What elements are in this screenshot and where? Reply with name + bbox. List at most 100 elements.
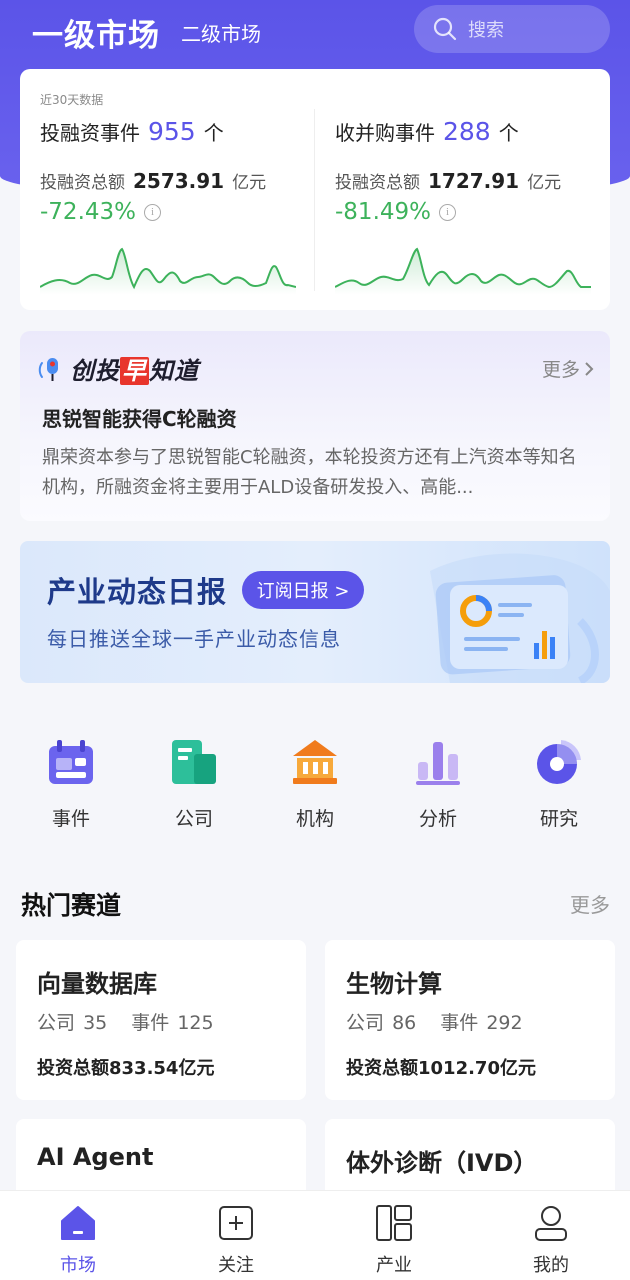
info-icon[interactable]: i [439, 203, 456, 221]
dashboard-illustration [430, 553, 610, 683]
nav-follow[interactable]: 关注 [191, 1203, 281, 1277]
event-label: 事件 [131, 1012, 170, 1034]
tab-primary-market[interactable]: 一级市场 [32, 10, 160, 55]
divider [314, 109, 315, 291]
search-icon [433, 17, 457, 41]
amount-label: 投融资总额 [40, 173, 125, 193]
mna-stats[interactable]: 收并购事件 288 个 投融资总额 1727.91 亿元 -81.49% i [335, 117, 605, 307]
change-value: -81.49% [335, 199, 431, 225]
brand-highlight: 早 [120, 357, 149, 385]
brand-part: 创投 [70, 357, 120, 385]
track-name: AI Agent [37, 1143, 154, 1171]
quick-link-label: 事件 [51, 808, 90, 830]
stat-change: -81.49% i [335, 199, 605, 225]
pie-chart-icon [537, 740, 581, 784]
nav-label: 市场 [60, 1255, 96, 1276]
company-label: 公司 [37, 1012, 76, 1034]
nav-market[interactable]: 市场 [33, 1203, 123, 1277]
banner-subtitle: 每日推送全球一手产业动态信息 [47, 627, 341, 651]
quick-link-events[interactable]: 事件 [21, 730, 121, 831]
tab-secondary-market[interactable]: 二级市场 [181, 18, 261, 47]
amount-value: 2573.91 [133, 169, 225, 193]
company-label: 公司 [346, 1012, 385, 1034]
subscribe-button[interactable]: 订阅日报 > [242, 571, 364, 609]
track-meta: 公司 35 事件 125 [37, 1008, 214, 1035]
bar-chart-icon [416, 742, 460, 785]
nav-profile[interactable]: 我的 [506, 1203, 596, 1277]
news-more-link[interactable]: 更多 [542, 355, 594, 382]
stat-unit: 个 [203, 121, 224, 145]
quick-link-label: 机构 [295, 808, 334, 830]
quick-links: 事件 公司 机构 分析 研究 [0, 730, 630, 830]
bottom-navigation: 市场 关注 产业 我的 [0, 1190, 630, 1280]
track-card[interactable]: 向量数据库 公司 35 事件 125 投资总额833.54亿元 [16, 940, 306, 1100]
news-brand: 创投早知道 [38, 351, 199, 386]
event-count: 292 [486, 1012, 523, 1034]
more-label: 更多 [541, 359, 580, 381]
quick-link-research[interactable]: 研究 [509, 730, 609, 831]
amount-label: 投融资总额 [335, 173, 420, 193]
microphone-icon [38, 357, 58, 381]
stat-count: 955 [148, 117, 196, 146]
news-brand-name: 创投早知道 [70, 351, 199, 386]
amount-value: 1727.91 [428, 169, 520, 193]
track-name: 向量数据库 [37, 970, 157, 998]
chevron-right-icon [585, 361, 594, 376]
amount-unit: 亿元 [527, 173, 562, 193]
hot-tracks-title: 热门赛道 [21, 891, 122, 920]
stat-unit: 个 [498, 121, 519, 145]
stat-amount: 投融资总额 1727.91 亿元 [335, 168, 605, 193]
event-label: 事件 [440, 1012, 479, 1034]
stat-label: 收并购事件 [335, 121, 435, 145]
sparkline-chart [335, 247, 591, 295]
quick-link-analysis[interactable]: 分析 [388, 730, 488, 831]
stats-card[interactable]: 近30天数据 投融资事件 955 个 投融资总额 2573.91 亿元 -72.… [20, 69, 610, 310]
user-icon [535, 1206, 567, 1241]
track-name: 生物计算 [346, 970, 442, 998]
investment-stats[interactable]: 投融资事件 955 个 投融资总额 2573.91 亿元 -72.43% i [40, 117, 310, 307]
event-count: 125 [177, 1012, 214, 1034]
sparkline-chart [40, 247, 296, 295]
track-card[interactable]: 生物计算 公司 86 事件 292 投资总额1012.70亿元 [325, 940, 615, 1100]
nav-industry[interactable]: 产业 [349, 1203, 439, 1277]
news-headline[interactable]: 思锐智能获得C轮融资 [42, 403, 237, 432]
info-icon[interactable]: i [144, 203, 161, 221]
track-card[interactable]: 体外诊断（IVD） [325, 1119, 615, 1199]
track-total: 投资总额833.54亿元 [37, 1058, 215, 1079]
quick-link-label: 分析 [418, 808, 457, 830]
stat-title: 投融资事件 955 个 [40, 117, 310, 146]
nav-label: 我的 [533, 1255, 569, 1276]
layout-icon [376, 1205, 412, 1241]
stat-count: 288 [443, 117, 491, 146]
amount-unit: 亿元 [232, 173, 267, 193]
company-count: 35 [83, 1012, 108, 1034]
search-box[interactable]: 搜索 [414, 5, 610, 53]
stat-amount: 投融资总额 2573.91 亿元 [40, 168, 310, 193]
stats-period-note: 近30天数据 [40, 93, 104, 107]
stat-change: -72.43% i [40, 199, 310, 225]
track-card[interactable]: AI Agent [16, 1119, 306, 1199]
top-bar: 一级市场 二级市场 搜索 [0, 0, 630, 62]
quick-link-label: 公司 [174, 808, 213, 830]
company-count: 86 [392, 1012, 417, 1034]
news-card[interactable]: 创投早知道 更多 思锐智能获得C轮融资 鼎荣资本参与了思锐智能C轮融资，本轮投资… [20, 331, 610, 521]
building-icon [172, 740, 216, 784]
hot-tracks-more-link[interactable]: 更多 [570, 889, 610, 918]
banner-title: 产业动态日报 [47, 575, 228, 609]
institution-icon [293, 740, 337, 784]
calendar-icon [49, 740, 93, 784]
stat-title: 收并购事件 288 个 [335, 117, 605, 146]
plus-square-icon [219, 1206, 253, 1240]
news-summary: 鼎荣资本参与了思锐智能C轮融资，本轮投资方还有上汽资本等知名机构，所融资金将主要… [42, 447, 577, 498]
daily-report-banner[interactable]: 产业动态日报 订阅日报 > 每日推送全球一手产业动态信息 [20, 541, 610, 683]
stat-label: 投融资事件 [40, 121, 140, 145]
track-name: 体外诊断（IVD） [346, 1149, 538, 1177]
brand-part: 知道 [149, 357, 199, 385]
search-placeholder: 搜索 [468, 20, 504, 41]
quick-link-institutions[interactable]: 机构 [265, 730, 365, 831]
quick-link-companies[interactable]: 公司 [144, 730, 244, 831]
change-value: -72.43% [40, 199, 136, 225]
track-meta: 公司 86 事件 292 [346, 1008, 523, 1035]
nav-label: 关注 [218, 1255, 254, 1276]
nav-label: 产业 [376, 1255, 412, 1276]
